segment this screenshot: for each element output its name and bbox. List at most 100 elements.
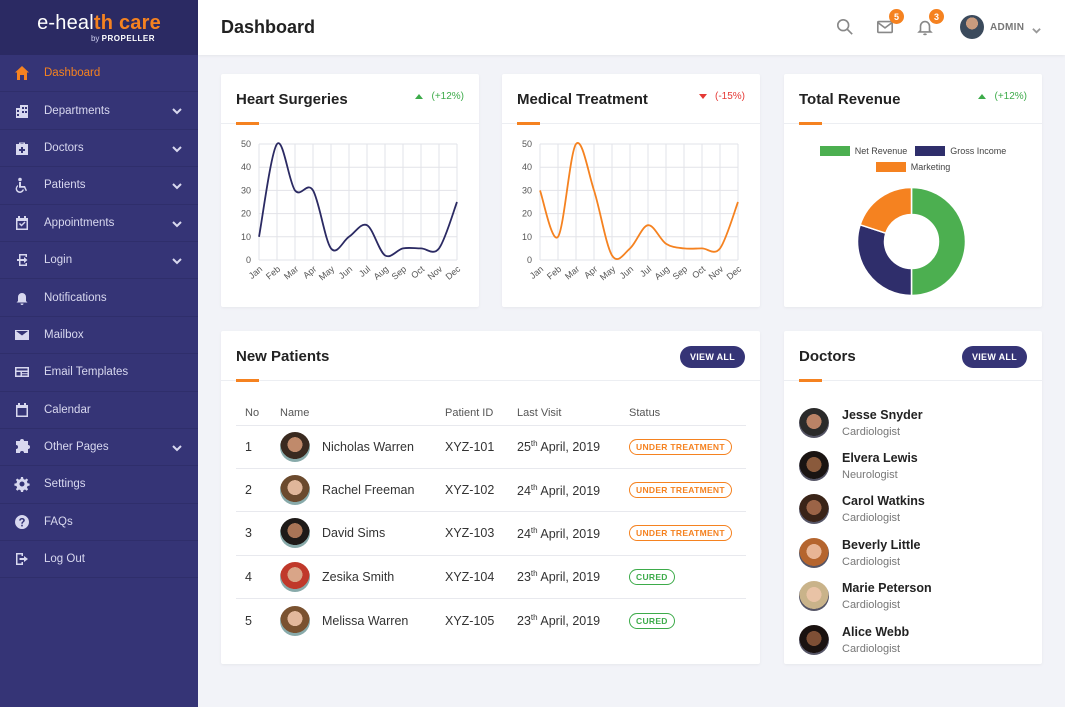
table-row[interactable]: 1 Nicholas Warren XYZ-101 25th April, 2019 U… [236,424,746,469]
sidebar-item-label: Doctors [44,141,84,154]
sidebar-item-departments[interactable]: Departments [0,92,198,130]
title-underline [517,122,540,125]
card-header: Total Revenue (+12%) [784,74,1042,125]
doctors-card: Doctors VIEW ALL Jesse Snyder Cardiologis… [784,331,1042,664]
brand-name: e-health care [37,13,161,33]
sidebar-item-email-templates[interactable]: Email Templates [0,354,198,392]
avatar [799,407,829,438]
trend-up-icon [978,94,987,99]
table-row[interactable]: 2 Rachel Freeman XYZ-102 24th April, 2019 UN… [236,467,746,512]
card-header: Doctors VIEW ALL [784,331,1042,382]
legend-row: Marketing [784,162,1042,172]
sidebar-item-log-out[interactable]: Log Out [0,541,198,579]
legend-swatch [875,162,906,172]
x-tick-label: Jun [618,264,636,281]
sidebar-item-mailbox[interactable]: Mailbox [0,317,198,355]
doctor-name: Alice Webb [842,624,910,639]
x-tick-label: Sep [671,264,690,282]
sidebar-item-settings[interactable]: Settings [0,466,198,504]
row-number: 4 [236,554,280,599]
table-row[interactable]: 4 Zesika Smith XYZ-104 23th April, 2019 CURE… [236,554,746,599]
patient-id: XYZ-105 [445,598,517,642]
sidebar-item-other-pages[interactable]: Other Pages [0,429,198,467]
list-item[interactable]: Beverly Little Cardiologist [799,531,932,574]
visit-day-suffix: th [530,612,538,622]
column-header: Name [280,406,310,419]
pie-slice-marketing[interactable] [859,186,913,235]
visit-day: 24 [517,527,531,542]
wheelchair-icon [13,177,30,194]
list-item[interactable]: Elvera Lewis Neurologist [799,444,932,487]
y-tick-label: 50 [241,139,251,149]
medical-treatment-chart: 0 10 20 30 40 50 Jan Feb Mar AprMay Jun Jul Aug Sep Oc… [522,139,744,282]
y-tick-label: 30 [522,185,532,195]
mail-button[interactable]: 5 [876,9,904,38]
view-all-doctors-button[interactable]: VIEW ALL [961,346,1027,368]
chart-grid [258,143,458,261]
y-tick-label: 50 [522,139,532,149]
sidebar-item-appointments[interactable]: Appointments [0,205,198,242]
x-tick-label: Feb [264,264,282,282]
table-row[interactable]: 3 David Sims XYZ-103 24th April, 2019 UNDER … [236,511,746,556]
view-all-patients-button[interactable]: VIEW ALL [679,346,745,368]
card-header: New Patients VIEW ALL [221,331,760,382]
notification-badge: 3 [929,9,944,24]
avatar [799,581,829,612]
change-value: (+12%) [431,91,464,102]
home-icon [13,65,30,82]
topbar: Dashboard 5 3 ADMIN [198,0,1065,55]
login-icon [13,252,30,269]
brand-logo[interactable]: e-health care by PROPELLER [0,0,198,55]
patient-name: Nicholas Warren [322,439,414,454]
search-icon[interactable] [836,18,856,38]
visit-day: 23 [517,570,531,585]
sidebar-item-notifications[interactable]: Notifications [0,279,198,317]
legend-item[interactable]: Marketing [875,162,950,172]
table-row[interactable]: 5 Melissa Warren XYZ-105 23th April, 2019 CU… [236,598,746,642]
card-title: Medical Treatment [517,91,648,108]
x-tick-label: Feb [545,264,563,282]
sidebar-item-label: FAQs [44,515,73,528]
x-tick-label: Dec [725,264,744,282]
doctor-name: Jesse Snyder [842,407,923,422]
row-number: 3 [236,511,280,556]
legend-item[interactable]: Gross Income [915,146,1006,156]
row-number: 5 [236,598,280,642]
list-item[interactable]: Marie Peterson Cardiologist [799,575,932,618]
sidebar-item-label: Appointments [44,216,115,229]
x-tick-label: Jan [247,264,265,281]
gear-icon [13,476,30,493]
user-menu[interactable]: ADMIN [960,15,1042,39]
avatar [799,451,829,482]
list-item[interactable]: Jesse Snyder Cardiologist [799,401,932,444]
list-item[interactable]: Alice Webb Cardiologist [799,618,932,661]
legend-item[interactable]: Net Revenue [819,146,907,156]
x-tick-label: Apr [301,264,318,281]
notification-button[interactable]: 3 [916,9,944,38]
pie-slice-gross-income[interactable] [856,223,913,297]
patient-name: Zesika Smith [322,569,395,584]
card-title: Doctors [799,348,856,365]
column-header: No [245,406,260,419]
mail-badge: 5 [889,9,904,24]
sidebar-item-login[interactable]: Login [0,242,198,280]
sidebar-item-patients[interactable]: Patients [0,167,198,205]
avatar [280,561,310,592]
doctor-name: Elvera Lewis [842,451,918,466]
avatar [960,15,984,39]
brand-sub: by PROPELLER [91,34,155,43]
y-tick-label: 40 [522,162,532,172]
avatar [799,537,829,568]
column-header: Patient ID [445,406,494,419]
sidebar-item-faqs[interactable]: FAQs [0,504,198,542]
x-tick-label: Mar [282,264,300,282]
sidebar-item-calendar[interactable]: Calendar [0,392,198,429]
new-patients-card: New Patients VIEW ALL No Name Patient ID… [221,331,760,664]
sidebar-item-doctors[interactable]: Doctors [0,130,198,168]
patient-id: XYZ-104 [445,554,517,599]
sidebar-item-dashboard[interactable]: Dashboard [0,55,198,93]
brand-company: PROPELLER [101,33,156,43]
last-visit: 24th April, 2019 [517,467,629,512]
list-item[interactable]: Carol Watkins Cardiologist [799,488,932,531]
pie-slice-net-revenue[interactable] [910,186,967,297]
